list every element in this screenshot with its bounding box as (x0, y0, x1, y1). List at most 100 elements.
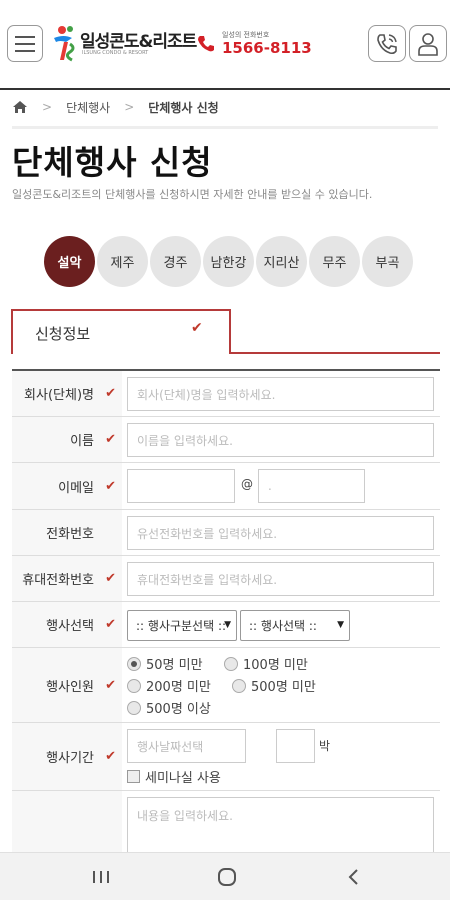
location-jirisan[interactable]: 지리산 (256, 236, 307, 287)
call-button[interactable] (368, 25, 406, 62)
event-select-label: 행사선택 (46, 619, 94, 634)
email-at-sign: @ (241, 477, 253, 491)
form-row-attendees: 행사인원 ✔ 50명 미만 100명 미만 200명 미만 500명 미만 50… (12, 648, 440, 723)
field-label: 전화번호 (12, 510, 122, 555)
event-type-value: :: 행사구분선택 :: (136, 619, 227, 633)
radio-under-500[interactable]: 500명 미만 (232, 676, 316, 695)
required-check-icon: ✔ (105, 749, 116, 764)
radio-under-50[interactable]: 50명 미만 (127, 654, 203, 673)
home-circle-icon[interactable] (212, 865, 242, 889)
header: 일성콘도&리조트 ILSUNG CONDO & RESORT 일성의 전화번호 … (0, 0, 450, 90)
email-id-input[interactable] (127, 469, 235, 503)
location-seorak[interactable]: 설악 (44, 236, 95, 287)
form-row-mobile: 휴대전화번호 ✔ 휴대전화번호를 입력하세요. (12, 556, 440, 602)
hamburger-icon[interactable] (7, 25, 43, 62)
field-label: 회사(단체)명 ✔ (12, 371, 122, 416)
nights-unit: 박 (319, 739, 331, 753)
field-label (12, 791, 122, 861)
form-row-period: 행사기간 ✔ 행사날짜선택 박 세미나실 사용 (12, 723, 440, 791)
event-value: :: 행사선택 :: (249, 619, 317, 633)
logo-mark-icon (54, 26, 75, 62)
radio-over-500[interactable]: 500명 이상 (127, 698, 211, 717)
event-select[interactable]: :: 행사선택 :: ▼ (240, 610, 350, 641)
check-icon: ✔ (191, 320, 203, 336)
checkbox-box (127, 770, 140, 783)
form-row-email: 이메일 ✔ @ . (12, 463, 440, 510)
company-label: 회사(단체)명 (24, 388, 94, 403)
breadcrumb-item-group-event[interactable]: 단체행사 (66, 99, 110, 116)
form-row-name: 이름 ✔ 이름을 입력하세요. (12, 417, 440, 463)
field-label: 휴대전화번호 ✔ (12, 556, 122, 601)
required-check-icon: ✔ (105, 478, 116, 494)
seminar-room-checkbox[interactable]: 세미나실 사용 (127, 767, 221, 786)
name-label: 이름 (70, 434, 94, 449)
required-check-icon: ✔ (105, 677, 116, 693)
name-input[interactable]: 이름을 입력하세요. (127, 423, 434, 457)
radio-under-100[interactable]: 100명 미만 (224, 654, 308, 673)
radio-label: 500명 미만 (251, 680, 316, 695)
radio-under-200[interactable]: 200명 미만 (127, 676, 211, 695)
period-label: 행사기간 (46, 751, 94, 766)
user-icon (418, 32, 438, 56)
field-label: 이메일 ✔ (12, 463, 122, 509)
logo-subtext: ILSUNG CONDO & RESORT (82, 50, 149, 56)
radio-label: 200명 미만 (146, 680, 211, 695)
event-date-input[interactable]: 행사날짜선택 (127, 729, 246, 763)
back-icon[interactable] (338, 865, 368, 889)
radio-dot (224, 656, 238, 671)
radio-dot (127, 656, 141, 671)
breadcrumb: > 단체행사 > 단체행사 신청 (12, 96, 219, 118)
company-input[interactable]: 회사(단체)명을 입력하세요. (127, 377, 434, 411)
form-row-content: 내용을 입력하세요. (12, 791, 440, 861)
location-gyeongju[interactable]: 경주 (150, 236, 201, 287)
attendees-label: 행사인원 (46, 679, 94, 695)
mobile-label: 휴대전화번호 (22, 573, 94, 588)
chevron-right-icon: > (42, 100, 53, 114)
radio-label: 50명 미만 (146, 658, 203, 673)
radio-dot (127, 700, 141, 715)
required-check-icon: ✔ (105, 571, 116, 586)
required-check-icon: ✔ (105, 617, 116, 632)
breadcrumb-item-current: 단체행사 신청 (148, 100, 219, 115)
location-namhangang[interactable]: 남한강 (203, 236, 254, 287)
nights-input[interactable] (276, 729, 315, 763)
application-form: 회사(단체)명 ✔ 회사(단체)명을 입력하세요. 이름 ✔ 이름을 입력하세요… (12, 369, 440, 861)
recent-apps-icon[interactable] (86, 865, 116, 889)
logo[interactable]: 일성콘도&리조트 ILSUNG CONDO & RESORT (50, 24, 197, 66)
email-domain-input[interactable]: . (258, 469, 365, 503)
dropdown-arrow-icon: ▼ (224, 620, 231, 630)
location-jeju[interactable]: 제주 (97, 236, 148, 287)
radio-dot (232, 678, 246, 693)
phone-info[interactable]: 일성의 전화번호 1566-8113 (196, 28, 312, 60)
event-type-select[interactable]: :: 행사구분선택 :: ▼ (127, 610, 237, 641)
tab-label: 신청정보 (35, 325, 91, 343)
radio-dot (127, 678, 141, 693)
divider (12, 126, 438, 129)
phone-number: 1566-8113 (222, 39, 312, 57)
location-bugok[interactable]: 부곡 (362, 236, 413, 287)
mobile-input[interactable]: 휴대전화번호를 입력하세요. (127, 562, 434, 596)
phone-label: 전화번호 (46, 527, 94, 542)
field-label: 이름 ✔ (12, 417, 122, 462)
user-button[interactable] (409, 25, 447, 62)
form-row-event-select: 행사선택 ✔ :: 행사구분선택 :: ▼ :: 행사선택 :: ▼ (12, 602, 440, 648)
phone-input[interactable]: 유선전화번호를 입력하세요. (127, 516, 434, 550)
phone-icon (198, 36, 214, 52)
required-check-icon: ✔ (105, 386, 116, 401)
location-selector: 설악 제주 경주 남한강 지리산 무주 부곡 (44, 236, 415, 287)
radio-label: 500명 이상 (146, 702, 211, 717)
logo-text: 일성콘도&리조트 (80, 32, 197, 52)
field-label: 행사선택 ✔ (12, 602, 122, 647)
radio-label: 100명 미만 (243, 658, 308, 673)
home-icon[interactable] (12, 100, 28, 114)
email-label: 이메일 (58, 480, 94, 496)
page-description: 일성콘도&리조트의 단체행사를 신청하시면 자세한 안내를 받으실 수 있습니다… (12, 188, 373, 201)
chevron-right-icon: > (124, 100, 135, 114)
page-title: 단체행사 신청 (12, 143, 213, 182)
required-check-icon: ✔ (105, 432, 116, 447)
dropdown-arrow-icon: ▼ (337, 620, 344, 630)
seminar-label: 세미나실 사용 (145, 771, 221, 786)
location-muju[interactable]: 무주 (309, 236, 360, 287)
form-row-phone: 전화번호 유선전화번호를 입력하세요. (12, 510, 440, 556)
tab-application-info[interactable]: 신청정보 ✔ (11, 309, 231, 354)
